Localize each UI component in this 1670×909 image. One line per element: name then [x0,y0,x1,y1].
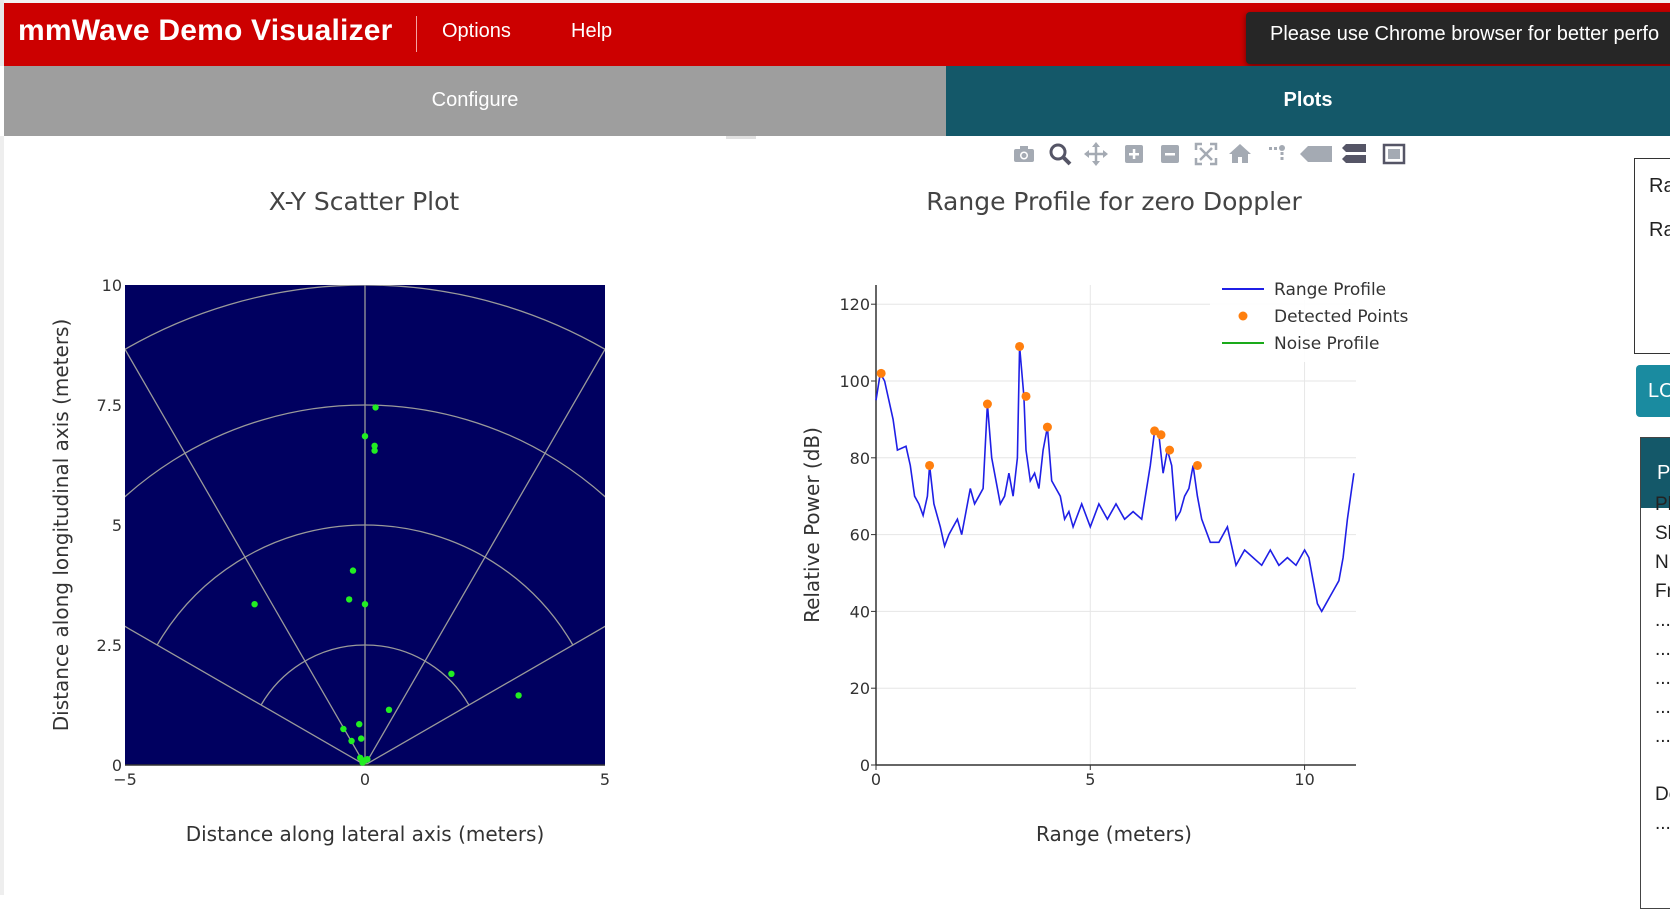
scatter-point [361,601,369,608]
x-axis-label: Range (meters) [1036,822,1192,846]
x-axis-ticks: −5 0 5 [113,770,610,789]
box-text-line: Ra [1649,219,1670,241]
range-profile-line [875,346,1355,614]
window-edge-left [0,0,4,66]
x-axis-label: Distance along lateral axis (meters) [186,822,545,846]
scatter-point [361,433,369,440]
fullscreen-icon[interactable] [1380,140,1408,168]
y-tick-label: 60 [850,526,870,545]
scatter-point [348,737,355,745]
y-tick-label: 7.5 [97,396,122,415]
scatter-point [515,692,522,699]
spike-lines-icon[interactable] [1264,140,1292,168]
detected-point-marker [982,399,992,409]
detected-point-marker [1156,430,1166,440]
axis-ticks: 0 20 40 60 80 100 120 0 5 10 [839,295,1314,789]
scatter-point [448,670,455,677]
legend-swatch [1238,311,1248,321]
scatter-point [364,756,371,763]
chart-title: Range Profile for zero Doppler [926,187,1302,216]
y-tick-label: 5 [112,516,122,535]
camera-icon[interactable] [1010,140,1038,168]
pan-icon[interactable] [1082,140,1110,168]
browser-notice-toast: Please use Chrome browser for better per… [1246,12,1670,64]
scatter-point [340,725,347,733]
scatter-point [372,404,379,411]
stats-line: N [1655,552,1669,573]
tab-scroll-indicator [726,136,756,139]
y-axis-label: Relative Power (dB) [800,427,824,623]
y-tick-label: 40 [850,602,870,621]
tab-configure[interactable]: Configure [4,66,946,136]
stats-line: Sl [1655,523,1670,544]
hover-closest-icon[interactable] [1298,140,1334,168]
y-axis-ticks: 0 2.5 5 7.5 10 [97,276,122,775]
detected-point-marker [1015,341,1025,351]
stats-line: ... [1655,610,1670,631]
x-tick-label: 5 [600,770,610,789]
legend-label: Range Profile [1274,280,1386,300]
scatter-point [251,601,258,608]
legend: Range Profile Detected Points Noise Profil… [1210,270,1440,362]
reset-axes-icon[interactable] [1226,140,1254,168]
scatter-point [371,447,378,454]
zoom-out-icon[interactable] [1156,140,1184,168]
y-tick-label: 2.5 [97,636,122,655]
statistics-panel: P PlSlNFr...............De... [1640,437,1670,909]
range-resolution-box: Ra Ra [1634,158,1670,354]
scatter-point [357,735,365,742]
load-button[interactable]: LO [1636,365,1670,417]
chart-title: X-Y Scatter Plot [269,187,460,216]
stats-line: ... [1655,726,1670,747]
y-tick-label: 10 [102,276,122,295]
range-profile-chart: Range Profile for zero Doppler 0 20 40 60 80… [800,187,1440,846]
y-axis-label: Distance along longitudinal axis (meters… [49,319,73,732]
stats-line: ... [1655,697,1670,718]
x-tick-label: 5 [1085,770,1095,789]
stats-line: De [1655,784,1670,805]
xy-scatter-chart: X-Y Scatter Plot −5 0 5 02.557.510 Distanc… [49,187,610,846]
stats-line: ... [1655,813,1670,834]
x-tick-label: 0 [360,770,370,789]
legend-label: Noise Profile [1274,334,1379,354]
detected-point-marker [1165,445,1175,455]
hover-compare-icon[interactable] [1340,140,1368,168]
y-tick-label: 120 [839,295,870,314]
scatter-point [345,596,353,603]
help-menu-button[interactable]: Help [571,20,612,43]
x-tick-label: 10 [1294,770,1314,789]
tab-plots[interactable]: Plots [946,66,1670,136]
scatter-point [356,721,363,728]
detected-point-marker [1042,422,1052,432]
y-tick-label: 80 [850,449,870,468]
stats-line: Fr [1655,581,1670,602]
zoom-in-icon[interactable] [1120,140,1148,168]
autoscale-icon[interactable] [1192,140,1220,168]
app-title: mmWave Demo Visualizer [18,14,393,47]
x-tick-label: 0 [871,770,881,789]
y-tick-label: 0 [860,756,870,775]
toolbar-divider [416,16,417,52]
y-tick-label: 20 [850,679,870,698]
box-text-line: Ra [1649,175,1670,197]
window-edge [0,0,1670,3]
y-tick-label: 0 [112,756,122,775]
y-tick-label: 100 [839,372,870,391]
stats-line: Pl [1655,494,1670,515]
legend-label: Detected Points [1274,307,1409,327]
scatter-point [349,567,357,574]
zoom-icon[interactable] [1046,140,1074,168]
options-menu-button[interactable]: Options [442,20,511,43]
stats-line: ... [1655,639,1670,660]
scatter-point [385,706,393,713]
stats-line: ... [1655,668,1670,689]
series [875,341,1355,614]
detected-point-marker [925,460,935,470]
detected-point-marker [876,368,886,378]
detected-point-marker [1021,391,1031,401]
detected-point-marker [1192,460,1202,470]
